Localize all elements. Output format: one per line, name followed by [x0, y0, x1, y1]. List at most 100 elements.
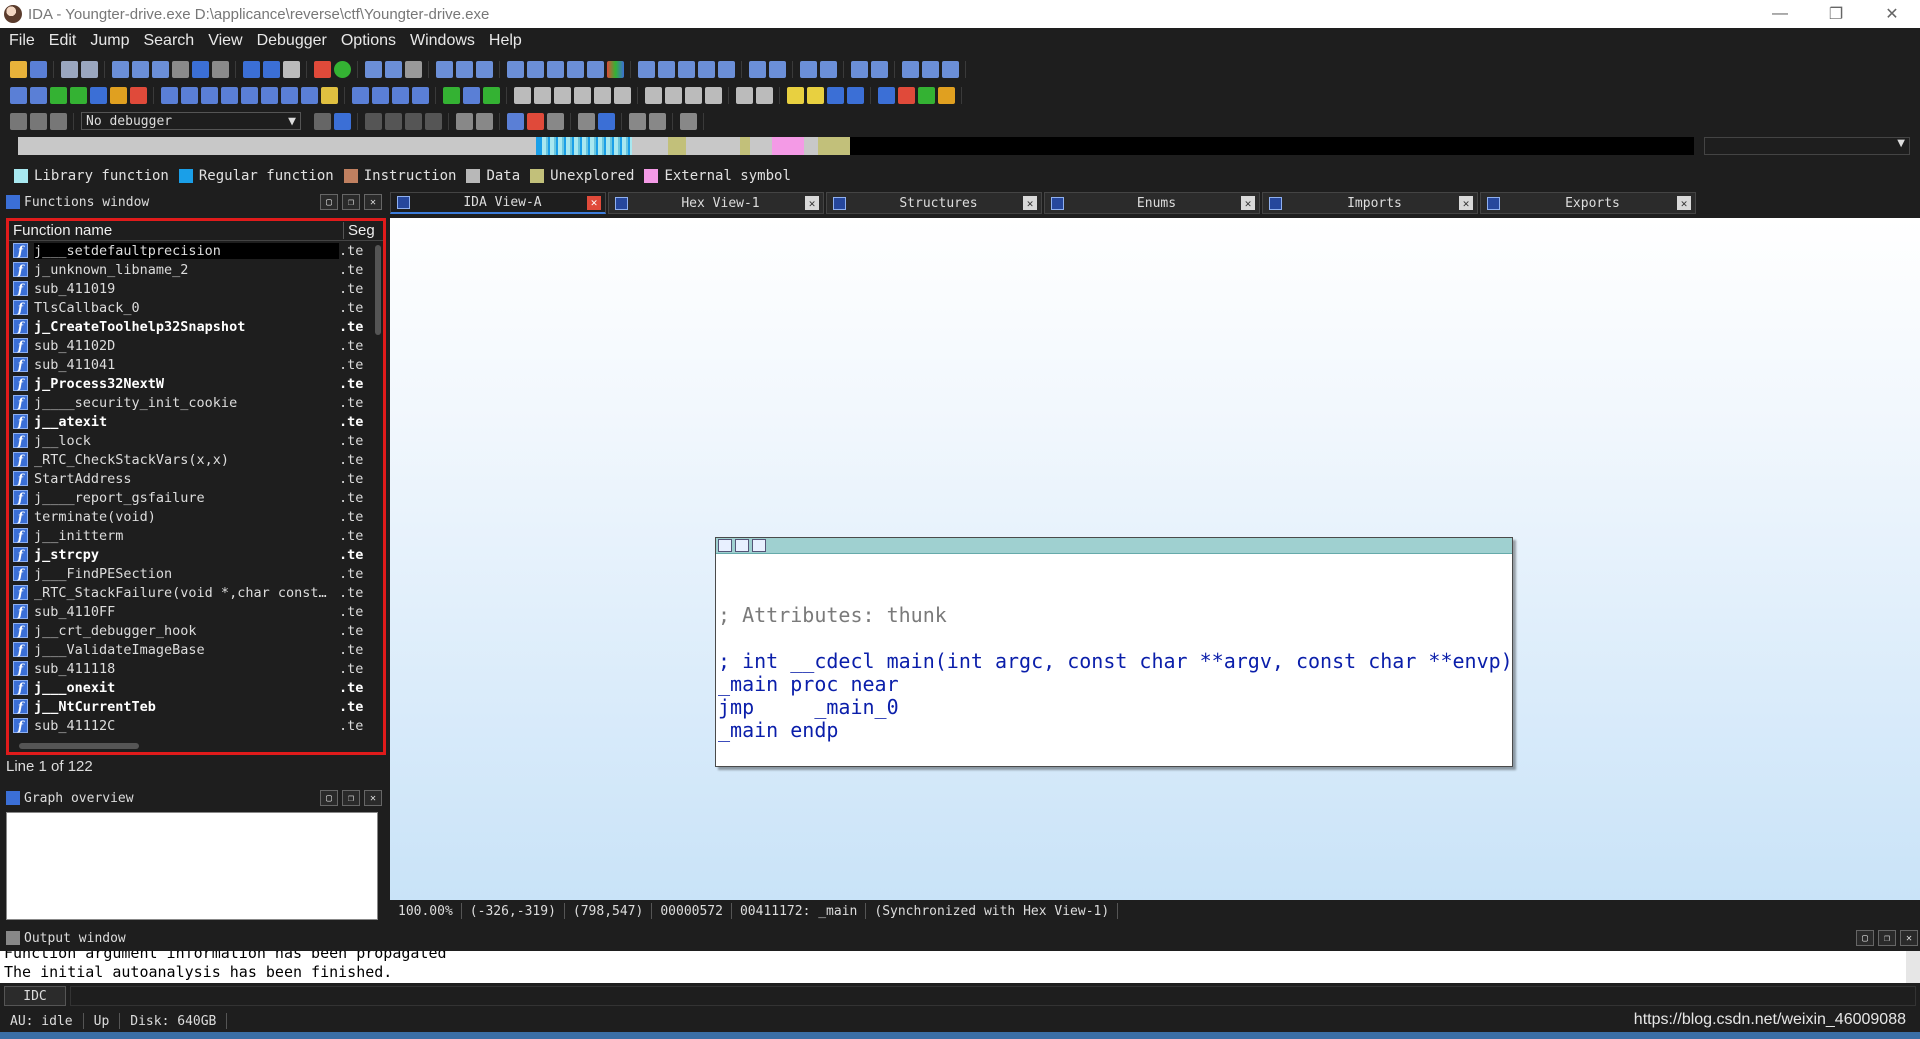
- data-icon[interactable]: [385, 60, 402, 78]
- node-rename-icon[interactable]: [735, 539, 749, 552]
- step-over-icon[interactable]: [385, 112, 402, 130]
- segments-icon[interactable]: [769, 60, 786, 78]
- attach-icon[interactable]: [314, 112, 331, 130]
- save-icon[interactable]: [30, 60, 47, 78]
- tab-enums[interactable]: Enums ✕: [1044, 192, 1260, 214]
- close-panel-button[interactable]: ✕: [364, 194, 382, 210]
- exports-icon[interactable]: [902, 60, 919, 78]
- nav-h-icon[interactable]: [665, 86, 682, 104]
- function-row[interactable]: f sub_41102D .te: [9, 336, 383, 355]
- stack-trace-icon[interactable]: [578, 112, 595, 130]
- green-dot-icon[interactable]: [334, 60, 351, 78]
- xrefs-icon[interactable]: [507, 60, 524, 78]
- maximize-panel-button[interactable]: ▢: [1856, 930, 1874, 946]
- functions-horizontal-scrollbar[interactable]: [9, 740, 383, 752]
- column-function-name[interactable]: Function name: [9, 222, 344, 239]
- menu-jump[interactable]: Jump: [85, 32, 138, 50]
- signatures-icon[interactable]: [922, 60, 939, 78]
- structures-icon[interactable]: [800, 60, 817, 78]
- menu-help[interactable]: Help: [484, 32, 531, 50]
- tab-exports[interactable]: Exports ✕: [1480, 192, 1696, 214]
- names-icon[interactable]: [718, 60, 735, 78]
- debugger-select[interactable]: No debugger ▼: [81, 112, 301, 130]
- stop-debug-icon[interactable]: [50, 112, 67, 130]
- tree-d-icon[interactable]: [938, 86, 955, 104]
- restore-button[interactable]: ❐: [1808, 0, 1864, 28]
- list-b-icon[interactable]: [372, 86, 389, 104]
- func-stack-icon[interactable]: [261, 86, 278, 104]
- registers-icon[interactable]: [629, 112, 646, 130]
- function-row[interactable]: f _RTC_CheckStackVars(x,x) .te: [9, 450, 383, 469]
- strings-icon[interactable]: [749, 60, 766, 78]
- idc-language-button[interactable]: IDC: [4, 986, 66, 1006]
- hand-icon[interactable]: [212, 60, 229, 78]
- op-clear-icon[interactable]: [130, 86, 147, 104]
- code-line[interactable]: jmp _main_0: [718, 696, 1512, 719]
- calls-icon[interactable]: [527, 60, 544, 78]
- scrollbar-thumb[interactable]: [375, 245, 381, 335]
- output-window[interactable]: Function argument information has been p…: [0, 951, 1920, 983]
- undefine-icon[interactable]: [405, 60, 422, 78]
- func-type-icon[interactable]: [301, 86, 318, 104]
- op-bin-icon[interactable]: [50, 86, 67, 104]
- sort-down-icon[interactable]: [736, 86, 753, 104]
- nav-scale-combo[interactable]: ▼: [1704, 137, 1910, 155]
- menu-view[interactable]: View: [203, 32, 251, 50]
- function-row[interactable]: f sub_411019 .te: [9, 279, 383, 298]
- array-icon[interactable]: [456, 60, 473, 78]
- function-row[interactable]: f j_strcpy .te: [9, 545, 383, 564]
- start-debug-icon[interactable]: [10, 112, 27, 130]
- op-char-icon[interactable]: [70, 86, 87, 104]
- function-row[interactable]: f j____report_gsfailure .te: [9, 488, 383, 507]
- function-row[interactable]: f j_CreateToolhelp32Snapshot .te: [9, 317, 383, 336]
- graph-icon[interactable]: [476, 60, 493, 78]
- view-a-icon[interactable]: [638, 60, 655, 78]
- function-row[interactable]: f j__crt_debugger_hook .te: [9, 621, 383, 640]
- function-row[interactable]: f j___onexit .te: [9, 678, 383, 697]
- code-node-main[interactable]: ; Attributes: thunk ; int __cdecl main(in…: [715, 537, 1513, 767]
- menu-debugger[interactable]: Debugger: [252, 32, 336, 50]
- step-into-icon[interactable]: [365, 112, 382, 130]
- func-end-icon[interactable]: [201, 86, 218, 104]
- function-row[interactable]: f sub_41112C .te: [9, 716, 383, 735]
- script-icon[interactable]: [443, 86, 460, 104]
- patch-icon[interactable]: [172, 60, 189, 78]
- delete-icon[interactable]: [283, 60, 300, 78]
- op-enum-icon[interactable]: [110, 86, 127, 104]
- function-row[interactable]: f j___FindPESection .te: [9, 564, 383, 583]
- menu-search[interactable]: Search: [138, 32, 203, 50]
- func-comment-icon[interactable]: [321, 86, 338, 104]
- maximize-panel-button[interactable]: ▢: [320, 194, 338, 210]
- idc-icon[interactable]: [463, 86, 480, 104]
- function-row[interactable]: f sub_411118 .te: [9, 659, 383, 678]
- tab-ida-view-a[interactable]: IDA View-A ✕: [390, 192, 606, 214]
- view-b-icon[interactable]: [658, 60, 675, 78]
- function-row[interactable]: f StartAddress .te: [9, 469, 383, 488]
- func-create-icon[interactable]: [161, 86, 178, 104]
- column-segment[interactable]: Seg: [344, 222, 375, 239]
- minimize-button[interactable]: —: [1752, 0, 1808, 28]
- function-row[interactable]: f j__NtCurrentTeb .te: [9, 697, 383, 716]
- tab-structures[interactable]: Structures ✕: [826, 192, 1042, 214]
- mark-icon[interactable]: [807, 86, 824, 104]
- close-tab-icon[interactable]: ✕: [1241, 196, 1255, 210]
- function-row[interactable]: f _RTC_StackFailure(void *,char const… .te: [9, 583, 383, 602]
- close-window-button[interactable]: ✕: [1864, 0, 1920, 28]
- node-group-icon[interactable]: [752, 539, 766, 552]
- code-line[interactable]: _main endp: [718, 719, 1512, 742]
- memory-icon[interactable]: [598, 112, 615, 130]
- search-binary-icon[interactable]: [152, 60, 169, 78]
- close-panel-button[interactable]: ✕: [364, 790, 382, 806]
- float-panel-button[interactable]: ❐: [342, 790, 360, 806]
- close-panel-button[interactable]: ✕: [1900, 930, 1918, 946]
- function-row[interactable]: f j____security_init_cookie .te: [9, 393, 383, 412]
- code-line[interactable]: ; Attributes: thunk: [718, 604, 1512, 627]
- func-frame-icon[interactable]: [241, 86, 258, 104]
- trace-log-icon[interactable]: [649, 112, 666, 130]
- collapse-icon[interactable]: [243, 60, 260, 78]
- imports-icon[interactable]: [871, 60, 888, 78]
- function-row[interactable]: f sub_4110FF .te: [9, 602, 383, 621]
- ida-view-graph[interactable]: ; Attributes: thunk ; int __cdecl main(in…: [390, 218, 1920, 900]
- tree-c-icon[interactable]: [918, 86, 935, 104]
- threads-icon[interactable]: [507, 112, 524, 130]
